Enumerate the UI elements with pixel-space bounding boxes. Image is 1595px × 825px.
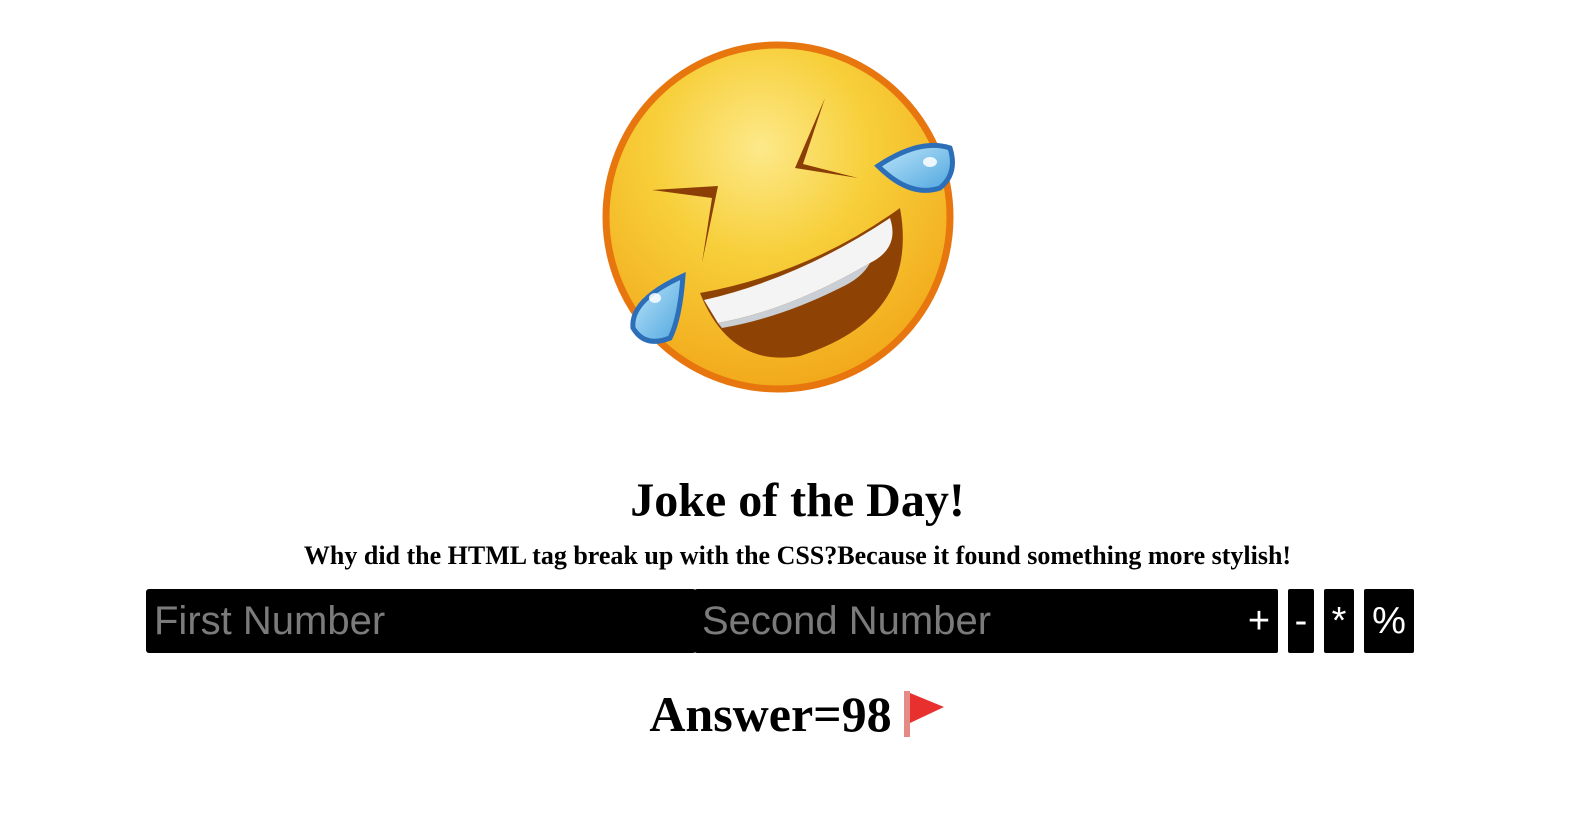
- multiply-button[interactable]: *: [1324, 589, 1354, 653]
- joke-text: Why did the HTML tag break up with the C…: [303, 541, 1292, 570]
- second-number-input[interactable]: [694, 589, 1244, 653]
- modulo-button[interactable]: %: [1364, 589, 1414, 653]
- red-flag-icon: [902, 689, 946, 750]
- page-title: Joke of the Day!: [630, 474, 965, 527]
- subtract-button[interactable]: -: [1288, 589, 1314, 653]
- laughing-emoji-icon: [600, 38, 970, 408]
- answer-display: Answer=98: [0, 686, 1595, 750]
- first-number-input[interactable]: [146, 589, 696, 653]
- answer-text: Answer=98: [649, 686, 892, 742]
- add-button[interactable]: +: [1240, 589, 1278, 653]
